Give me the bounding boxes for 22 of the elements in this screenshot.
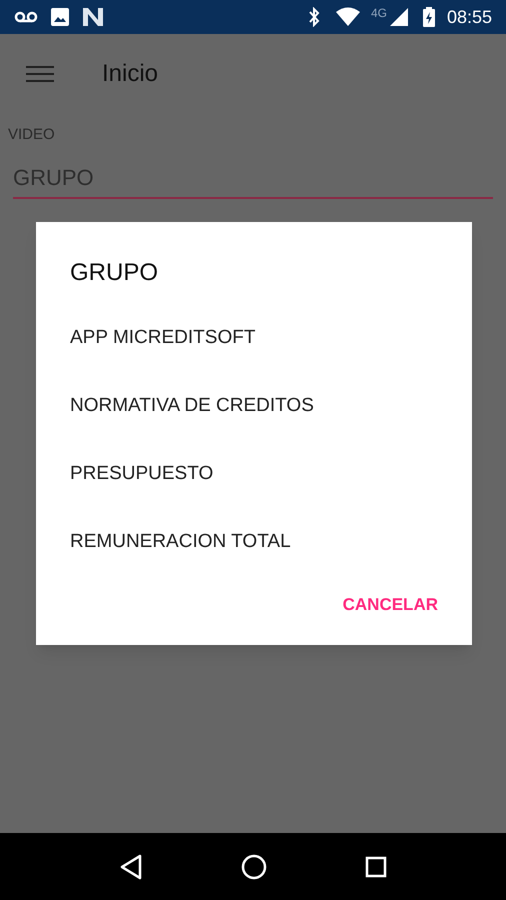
dialog-title: GRUPO [70,258,158,288]
wifi-icon [334,7,361,27]
bluetooth-icon [306,7,321,27]
n-logo-icon [82,7,104,27]
cancel-button[interactable]: CANCELAR [340,584,440,625]
network-type: 4G [370,5,387,22]
home-icon[interactable] [241,854,267,880]
battery-charging-icon [422,7,435,27]
app-title: Inicio [102,59,158,89]
dialog-option[interactable]: REMUNERACION TOTAL [70,508,291,576]
signal-icon [388,7,409,27]
dialog-option[interactable]: NORMATIVA DE CREDITOS [70,372,314,440]
group-field[interactable]: GRUPO [13,158,493,198]
image-icon [50,7,70,27]
field-label: VIDEO [8,125,55,145]
back-icon[interactable] [119,854,143,880]
voicemail-icon [14,11,38,23]
menu-button[interactable] [26,64,54,84]
clock: 08:55 [446,6,492,28]
dialog-option[interactable]: APP MICREDITSOFT [70,304,256,372]
dialog-option[interactable]: PRESUPUESTO [70,440,214,508]
recents-icon[interactable] [365,856,387,878]
